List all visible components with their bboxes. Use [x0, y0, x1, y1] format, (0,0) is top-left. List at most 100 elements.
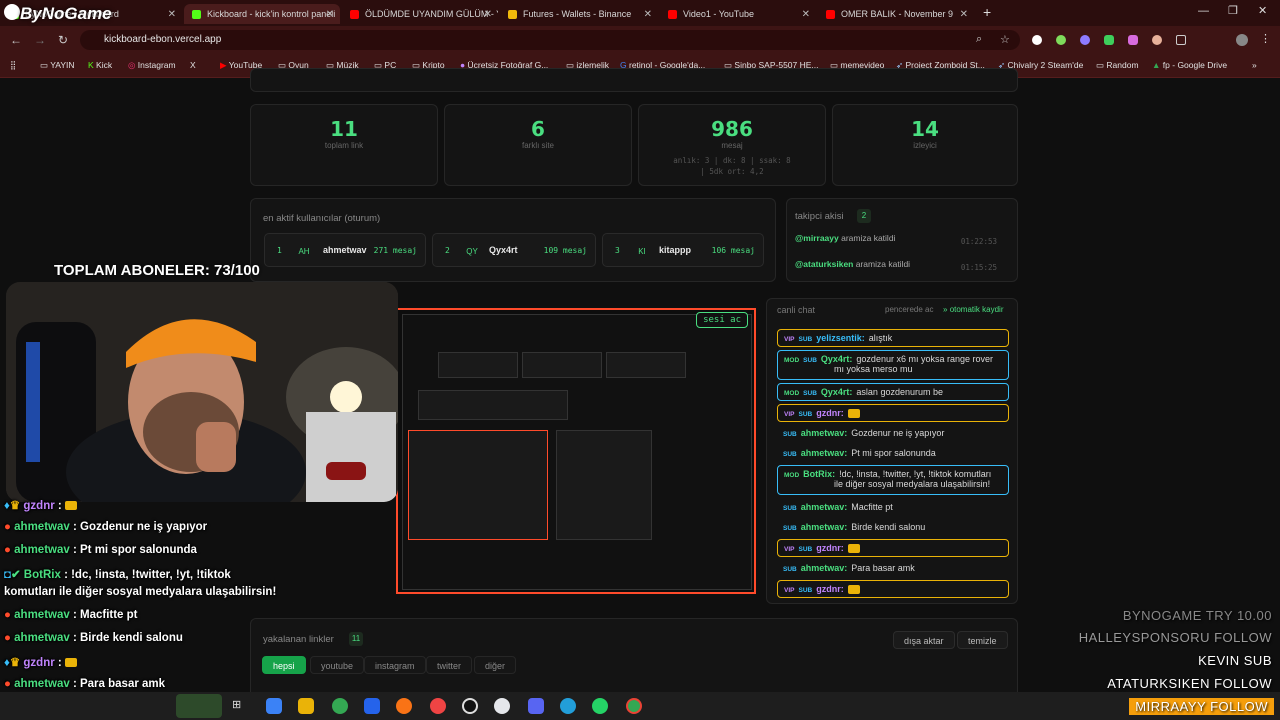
overlay-chat-line: ● ahmetwav : Para basar amk — [4, 678, 166, 690]
extension-icon[interactable] — [1080, 35, 1090, 45]
copilot-icon[interactable] — [266, 698, 282, 714]
bookmark-fp[interactable]: ▲ fp - Google Drive — [1152, 60, 1227, 70]
clear-button[interactable]: temizle — [957, 631, 1008, 649]
extension-icon[interactable] — [1128, 35, 1138, 45]
chat-message: SUB ahmetwav: Macfitte pt — [783, 502, 893, 512]
chrome-icon[interactable] — [332, 698, 348, 714]
tab-video1[interactable]: Video1 - YouTube ✕ — [660, 4, 816, 24]
overlay-chat-line: ● ahmetwav : Gozdenur ne iş yapıyor — [4, 521, 208, 533]
menu-icon[interactable]: ⋮ — [1260, 32, 1271, 45]
task-view-icon[interactable]: ⊞ — [232, 698, 248, 714]
popout-link[interactable]: pencerede ac — [885, 305, 933, 314]
follower-row: @mirraayy aramiza katildi 01:22:53 — [795, 233, 997, 246]
stat-value: 11 — [330, 117, 358, 141]
close-icon[interactable]: ✕ — [484, 9, 492, 20]
close-icon[interactable]: ✕ — [168, 9, 176, 20]
close-window-button[interactable]: ✕ — [1258, 4, 1267, 17]
event-feed-item: BYNOGAME TRY 10.00 — [1122, 608, 1272, 623]
extension-icon[interactable] — [1152, 35, 1162, 45]
event-feed-item: KEVIN SUB — [1198, 653, 1272, 668]
kick-icon — [192, 9, 201, 19]
stat-card-viewers: 14 izleyici — [832, 104, 1018, 186]
bookmark-x[interactable]: X — [190, 60, 196, 70]
bookmark-kick[interactable]: K Kick — [88, 60, 112, 70]
more-bookmarks-icon[interactable]: » — [1252, 60, 1257, 70]
autoscroll-toggle[interactable]: » otomatik kaydir — [943, 305, 1003, 314]
minimize-button[interactable]: — — [1198, 5, 1209, 17]
active-user-card[interactable]: 2 QY Qyx4rt 109 mesaj — [432, 233, 596, 267]
zoom-icon[interactable]: ⌕ — [976, 33, 982, 46]
active-user-card[interactable]: 1 AH ahmetwav 271 mesaj — [264, 233, 426, 267]
forward-button[interactable]: → — [34, 33, 46, 47]
taskbar-widget-icon[interactable] — [176, 694, 222, 718]
bookmark-random[interactable]: ▭ Random — [1096, 60, 1139, 71]
overlay-chat-line: ● ahmetwav : Macfitte pt — [4, 609, 138, 621]
youtube-icon — [350, 9, 359, 19]
apps-grid-icon[interactable]: ⣿ — [10, 60, 16, 71]
chat-message: SUB ahmetwav: Birde kendi salonu — [783, 522, 926, 532]
follower-feed-title: takipci akisi — [795, 211, 844, 222]
subscriber-goal: TOPLAM ABONELER: 73/100 — [54, 262, 260, 279]
outlook-icon[interactable] — [364, 698, 380, 714]
event-feed-item: HALLEYSPONSORU FOLLOW — [1078, 630, 1272, 645]
filter-instagram[interactable]: instagram — [364, 656, 426, 674]
close-icon[interactable]: ✕ — [326, 9, 334, 20]
webcam-image — [6, 282, 398, 502]
bookmark-yayin[interactable]: ▭ YAYIN — [40, 60, 75, 71]
firefox-icon[interactable] — [396, 698, 412, 714]
opera-icon[interactable] — [430, 698, 446, 714]
stream-embed[interactable]: sesi ac — [396, 308, 756, 594]
discord-icon[interactable] — [528, 698, 544, 714]
stat-card-sites: 6 farklı site — [444, 104, 632, 186]
unmute-button[interactable]: sesi ac — [696, 312, 748, 328]
chat-message: SUB ahmetwav: Para basar amk — [783, 563, 915, 573]
live-chat-panel: canli chat pencerede ac » otomatik kaydi… — [766, 298, 1018, 604]
overlay-chat-line: ● ahmetwav : Pt mi spor salonunda — [4, 544, 197, 556]
bookmark-instagram[interactable]: ◎ Instagram — [128, 60, 176, 71]
overlay-chat-line: ● ahmetwav : Birde kendi salonu — [4, 632, 183, 644]
extension-icon[interactable] — [1056, 35, 1066, 45]
follower-count-badge: 2 — [857, 209, 871, 223]
tab-binance[interactable]: Futures - Wallets - Binance ✕ — [500, 4, 658, 24]
filter-other[interactable]: diğer — [474, 656, 517, 674]
close-icon[interactable]: ✕ — [644, 9, 652, 20]
filter-twitter[interactable]: twitter — [426, 656, 473, 674]
stream-logo: ByNoGame — [0, 0, 120, 30]
chat-message: VIP SUB gzdnr: — [777, 580, 1009, 598]
back-button[interactable]: ← — [10, 33, 22, 47]
follower-row: @ataturksiken aramiza katildi 01:15:25 — [795, 259, 997, 272]
close-icon[interactable]: ✕ — [960, 9, 968, 20]
tab-omer-balik[interactable]: OMER BALIK - November 9 ✕ — [818, 4, 974, 24]
tab-youtube-song[interactable]: ÖLDÜMDE UYANDIM GÜLÜM - YouTube✕ — [342, 4, 498, 24]
whatsapp-icon[interactable] — [592, 698, 608, 714]
new-tab-button[interactable]: + — [983, 4, 991, 20]
github-icon[interactable] — [494, 698, 510, 714]
maximize-button[interactable]: ❐ — [1228, 4, 1238, 17]
reload-button[interactable]: ↻ — [58, 33, 68, 47]
profile-avatar[interactable] — [1236, 34, 1248, 46]
telegram-icon[interactable] — [560, 698, 576, 714]
extensions-puzzle-icon[interactable] — [1176, 35, 1186, 45]
bookmark-star-icon[interactable]: ☆ — [1000, 33, 1010, 46]
export-button[interactable]: dışa aktar — [893, 631, 955, 649]
active-user-card[interactable]: 3 KI kitappp 106 mesaj — [602, 233, 764, 267]
obs-icon[interactable] — [462, 698, 478, 714]
chrome-active-icon[interactable] — [626, 698, 642, 714]
overlay-chat-line: ♦♛ gzdnr : — [4, 498, 77, 512]
chat-title: canli chat — [777, 305, 816, 315]
tab-kickboard[interactable]: Kickboard - kick'in kontrol paneli ✕ — [184, 4, 340, 24]
chat-message: VIP SUB gzdnr: — [777, 404, 1009, 422]
filter-all[interactable]: hepsi — [262, 656, 306, 674]
url-input[interactable]: kickboard-ebon.vercel.app — [80, 30, 1020, 50]
close-icon[interactable]: ✕ — [802, 9, 810, 20]
filter-youtube[interactable]: youtube — [310, 656, 365, 674]
extension-icon[interactable] — [1032, 35, 1042, 45]
address-bar-row: ← → ↻ kickboard-ebon.vercel.app ☆ ⌕ ⋮ — [0, 26, 1280, 54]
active-users-title: en aktif kullanıcılar (oturum) — [263, 213, 381, 224]
message-rate-note: anlık: 3 | dk: 8 | ssak: 8 | 5dk ort: 4,… — [673, 156, 791, 176]
event-feed-item-latest: MIRRAAYY FOLLOW — [1129, 698, 1274, 715]
file-explorer-icon[interactable] — [298, 698, 314, 714]
extension-icon[interactable] — [1104, 35, 1114, 45]
embed-stat-card — [606, 352, 686, 378]
stat-label: toplam link — [324, 141, 364, 150]
